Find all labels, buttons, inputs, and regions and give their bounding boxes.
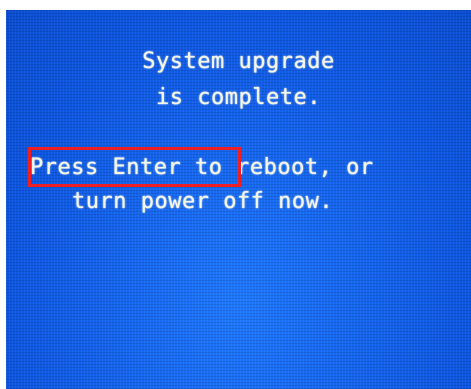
upgrade-status-line-2: is complete. <box>156 85 321 110</box>
press-enter-highlight[interactable] <box>28 147 241 187</box>
monitor-frame: System upgrade is complete. Press Enter … <box>0 0 471 389</box>
upgrade-complete-screen: System upgrade is complete. Press Enter … <box>6 10 471 389</box>
upgrade-status-line-1: System upgrade <box>142 49 335 74</box>
reboot-instruction-line-2: turn power off now. <box>72 189 334 214</box>
